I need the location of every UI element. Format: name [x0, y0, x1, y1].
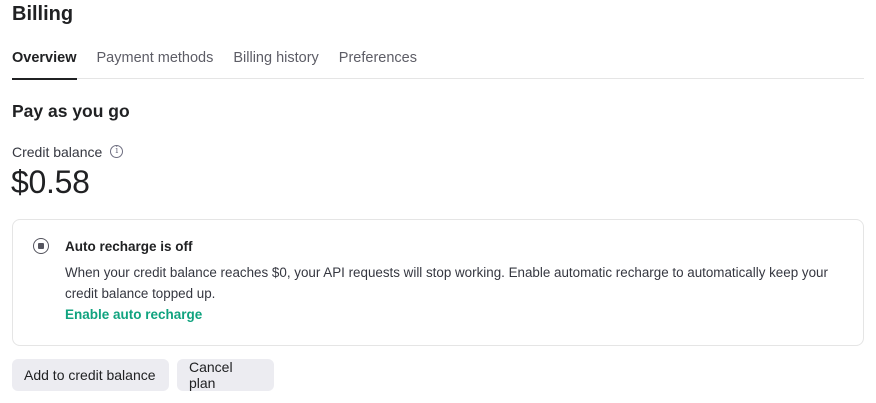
- stop-circle-icon: [33, 238, 49, 254]
- auto-recharge-card: Auto recharge is off When your credit ba…: [12, 219, 864, 346]
- tab-preferences[interactable]: Preferences: [339, 48, 417, 79]
- credit-balance-amount: $0.58: [11, 164, 90, 200]
- tab-bar: Overview Payment methods Billing history…: [12, 48, 864, 80]
- tab-overview[interactable]: Overview: [12, 48, 77, 80]
- add-to-credit-balance-button[interactable]: Add to credit balance: [12, 359, 169, 391]
- auto-recharge-description: When your credit balance reaches $0, you…: [65, 265, 828, 301]
- credit-balance-text: Credit balance: [12, 144, 103, 160]
- page-title: Billing: [12, 3, 74, 25]
- billing-page: Billing Overview Payment methods Billing…: [0, 0, 876, 403]
- info-icon[interactable]: i: [110, 144, 124, 158]
- cancel-plan-button[interactable]: Cancel plan: [177, 359, 274, 391]
- tab-payment-methods[interactable]: Payment methods: [97, 48, 214, 79]
- plan-title: Pay as you go: [12, 101, 130, 121]
- auto-recharge-title: Auto recharge is off: [65, 239, 193, 254]
- enable-auto-recharge-link[interactable]: Enable auto recharge: [65, 307, 202, 322]
- tab-billing-history[interactable]: Billing history: [233, 48, 318, 79]
- credit-balance-label: Credit balance i: [12, 144, 124, 160]
